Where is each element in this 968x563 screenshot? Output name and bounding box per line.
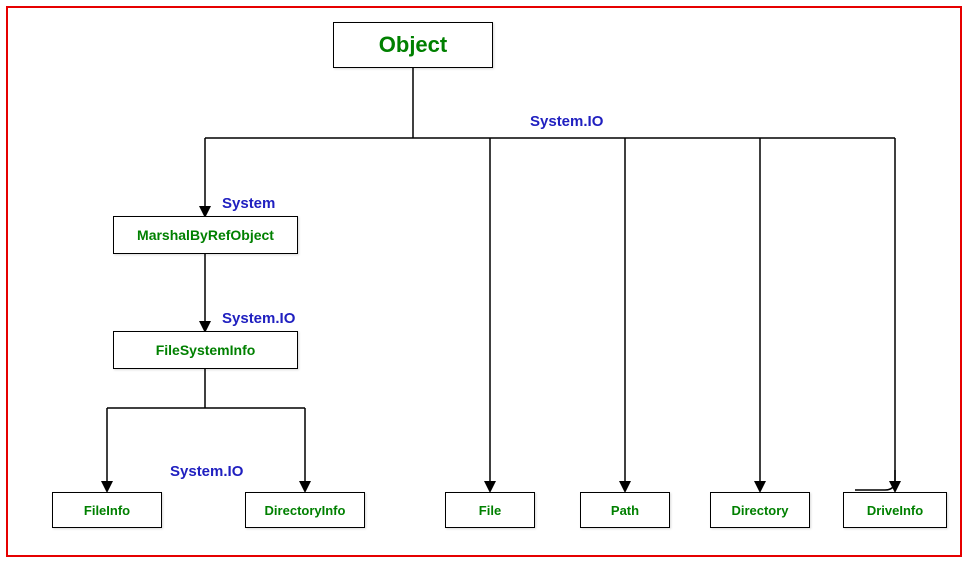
node-filesysteminfo: FileSystemInfo <box>113 331 298 369</box>
label-top-namespace: System.IO <box>530 113 603 130</box>
outer-frame <box>6 6 962 557</box>
node-fileinfo: FileInfo <box>52 492 162 528</box>
node-object: Object <box>333 22 493 68</box>
node-path-label: Path <box>611 503 639 518</box>
node-directory-label: Directory <box>731 503 788 518</box>
node-driveinfo-label: DriveInfo <box>867 503 923 518</box>
node-directoryinfo-label: DirectoryInfo <box>265 503 346 518</box>
node-directory: Directory <box>710 492 810 528</box>
node-file-label: File <box>479 503 501 518</box>
node-marshal-label: MarshalByRefObject <box>137 227 274 243</box>
node-fsi-label: FileSystemInfo <box>156 342 256 358</box>
node-object-label: Object <box>379 32 447 58</box>
node-file: File <box>445 492 535 528</box>
node-driveinfo: DriveInfo <box>843 492 947 528</box>
label-bottom-namespace: System.IO <box>170 463 243 480</box>
node-directoryinfo: DirectoryInfo <box>245 492 365 528</box>
label-system: System <box>222 195 275 212</box>
node-path: Path <box>580 492 670 528</box>
label-mid-namespace: System.IO <box>222 310 295 327</box>
node-fileinfo-label: FileInfo <box>84 503 130 518</box>
node-marshal: MarshalByRefObject <box>113 216 298 254</box>
